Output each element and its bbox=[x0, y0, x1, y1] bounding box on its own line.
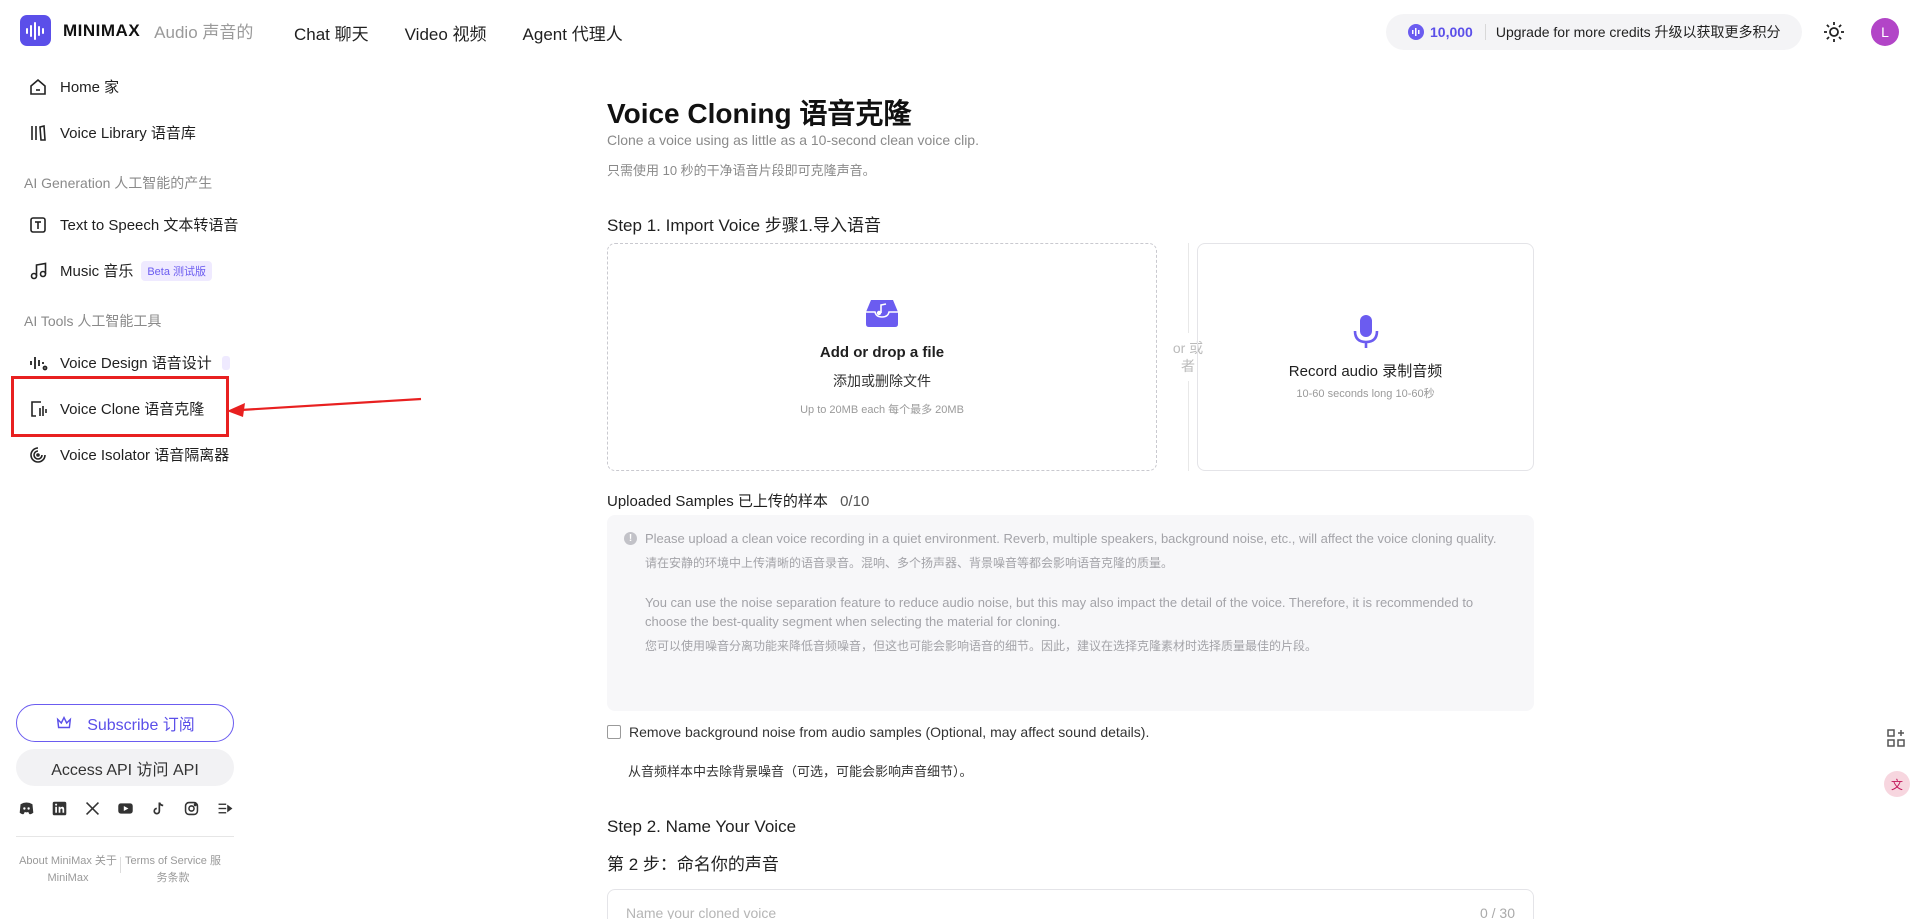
about-link[interactable]: About MiniMax 关于 MiniMax bbox=[16, 853, 120, 887]
step2-heading-zh: 第 2 步：命名你的声音 bbox=[607, 855, 779, 874]
credit-divider bbox=[1484, 24, 1486, 40]
annotation-highlight-box bbox=[11, 376, 229, 437]
notice-text-1: Please upload a clean voice recording in… bbox=[645, 531, 1497, 546]
apps-grid-icon[interactable] bbox=[1886, 728, 1906, 748]
sidebar-item-label: Home 家 bbox=[60, 79, 120, 96]
more-icon[interactable] bbox=[216, 800, 233, 817]
voice-name-char-count: 0 / 30 bbox=[1479, 905, 1515, 919]
discord-icon[interactable] bbox=[18, 800, 35, 817]
linkedin-icon[interactable] bbox=[51, 800, 68, 817]
step1-heading: Step 1. Import Voice 步骤1.导入语音 bbox=[607, 216, 881, 235]
sidebar-item-home[interactable]: Home 家 bbox=[28, 76, 238, 97]
noise-removal-checkbox[interactable] bbox=[607, 725, 621, 739]
theme-toggle-sun-icon[interactable] bbox=[1822, 20, 1846, 44]
access-api-button[interactable]: Access API 访问 API bbox=[16, 749, 234, 786]
sidebar-item-voice-design[interactable]: Voice Design 语音设计 bbox=[28, 352, 238, 373]
voice-isolator-icon bbox=[30, 446, 46, 463]
logo-waveform-icon bbox=[20, 15, 51, 46]
music-note-icon bbox=[30, 262, 47, 279]
user-avatar[interactable]: L bbox=[1871, 18, 1899, 46]
subscribe-label: Subscribe 订阅 bbox=[87, 717, 195, 734]
sidebar-item-label: Music 音乐 bbox=[60, 263, 134, 280]
record-subtitle: 10-60 seconds long 10-60秒 bbox=[1296, 387, 1435, 400]
microphone-icon bbox=[1353, 314, 1378, 348]
upgrade-link[interactable]: Upgrade for more credits 升级以获取更多积分 bbox=[1496, 22, 1781, 42]
sidebar-item-label: Voice Library 语音库 bbox=[60, 125, 196, 142]
record-audio-card[interactable]: Record audio 录制音频 10-60 seconds long 10-… bbox=[1197, 243, 1534, 471]
beta-badge: Beta 测试版 bbox=[141, 260, 213, 281]
instagram-icon[interactable] bbox=[183, 800, 200, 817]
page-subtitle: Clone a voice using as little as a 10-se… bbox=[607, 132, 979, 148]
sidebar-item-music[interactable]: Music 音乐 Beta 测试版 bbox=[28, 260, 238, 281]
voice-name-field[interactable]: 0 / 30 bbox=[607, 889, 1534, 919]
or-separator: or 或者 bbox=[1173, 243, 1203, 471]
page-subtitle-zh: 只需使用 10 秒的干净语音片段即可克隆声音。 bbox=[607, 163, 876, 178]
inbox-music-icon bbox=[866, 299, 898, 327]
sidebar-item-label: Voice Isolator 语音隔离器 bbox=[60, 447, 230, 464]
upload-notice: ! Please upload a clean voice recording … bbox=[607, 515, 1534, 711]
dropzone-subtitle: 添加或删除文件 bbox=[833, 372, 931, 389]
credit-coin-icon bbox=[1408, 24, 1424, 40]
sidebar: Home 家 Voice Library 语音库 AI Generation 人… bbox=[0, 62, 245, 919]
sidebar-divider bbox=[16, 836, 234, 837]
subscribe-button[interactable]: Subscribe 订阅 bbox=[16, 704, 234, 742]
sidebar-item-text-to-speech[interactable]: Text to Speech 文本转语音 bbox=[28, 214, 238, 235]
library-icon bbox=[31, 124, 46, 141]
uploaded-samples-count: 0/10 bbox=[840, 493, 870, 510]
record-title: Record audio 录制音频 bbox=[1288, 362, 1443, 380]
uploaded-samples-heading: Uploaded Samples 已上传的样本 0/10 bbox=[607, 490, 869, 511]
voice-name-input[interactable] bbox=[626, 905, 1326, 919]
nav-video[interactable]: Video 视频 bbox=[405, 20, 487, 45]
section-ai-tools: AI Tools 人工智能工具 bbox=[24, 313, 162, 329]
dropzone-size-limit: Up to 20MB each 每个最多 20MB bbox=[800, 403, 964, 416]
credit-amount: 10,000 bbox=[1430, 24, 1473, 40]
annotation-arrow-icon bbox=[227, 397, 422, 417]
notice-text-2-zh: 您可以使用噪音分离功能来降低音频噪音，但这也可能会影响语音的细节。因此，建议在选… bbox=[645, 639, 1318, 653]
dropzone-title: Add or drop a file bbox=[819, 343, 945, 361]
logo[interactable]: MINIMAX Audio 声音的 bbox=[20, 15, 253, 46]
top-nav: Chat 聊天 Video 视频 Agent 代理人 bbox=[294, 20, 623, 45]
terms-link[interactable]: Terms of Service 服务条款 bbox=[121, 853, 225, 887]
nav-chat[interactable]: Chat 聊天 bbox=[294, 20, 369, 45]
home-icon bbox=[30, 78, 46, 95]
crown-icon bbox=[56, 715, 72, 729]
text-to-speech-icon bbox=[30, 216, 46, 233]
x-icon[interactable] bbox=[84, 800, 101, 817]
new-badge bbox=[221, 355, 230, 370]
noise-removal-option[interactable]: Remove background noise from audio sampl… bbox=[607, 724, 1149, 740]
noise-removal-label: Remove background noise from audio sampl… bbox=[629, 724, 1150, 740]
noise-removal-label-zh: 从音频样本中去除背景噪音（可选，可能会影响声音细节）。 bbox=[628, 764, 973, 779]
sidebar-item-voice-library[interactable]: Voice Library 语音库 bbox=[28, 122, 238, 143]
notice-text-2: You can use the noise separation feature… bbox=[645, 595, 1474, 629]
sidebar-item-voice-isolator[interactable]: Voice Isolator 语音隔离器 bbox=[28, 444, 238, 465]
youtube-icon[interactable] bbox=[117, 800, 134, 817]
uploaded-samples-label: Uploaded Samples 已上传的样本 bbox=[607, 493, 828, 510]
notice-text-1-zh: 请在安静的环境中上传清晰的语音录音。混响、多个扬声器、背景噪音等都会影响语音克隆… bbox=[645, 556, 1174, 570]
product-name: Audio 声音的 bbox=[154, 23, 254, 42]
file-dropzone[interactable]: Add or drop a file 添加或删除文件 Up to 20MB ea… bbox=[607, 243, 1157, 471]
brand-name: MINIMAX bbox=[63, 20, 141, 40]
tiktok-icon[interactable] bbox=[150, 800, 167, 817]
sidebar-footer: About MiniMax 关于 MiniMax Terms of Servic… bbox=[16, 853, 234, 887]
sidebar-item-label: Text to Speech 文本转语音 bbox=[60, 217, 238, 234]
top-bar: MINIMAX Audio 声音的 Chat 聊天 Video 视频 Agent… bbox=[0, 0, 1920, 62]
section-ai-generation: AI Generation 人工智能的产生 bbox=[24, 175, 213, 191]
voice-design-icon bbox=[30, 356, 48, 370]
social-links bbox=[18, 800, 233, 817]
step2-heading: Step 2. Name Your Voice bbox=[607, 817, 797, 836]
sidebar-item-label: Voice Design 语音设计 bbox=[60, 355, 212, 372]
info-icon: ! bbox=[624, 532, 637, 545]
credits-pill[interactable]: 10,000 Upgrade for more credits 升级以获取更多积… bbox=[1386, 14, 1802, 50]
nav-agent[interactable]: Agent 代理人 bbox=[523, 20, 623, 45]
page-title: Voice Cloning 语音克隆 bbox=[607, 98, 912, 129]
translate-icon[interactable]: 文 bbox=[1884, 771, 1910, 797]
